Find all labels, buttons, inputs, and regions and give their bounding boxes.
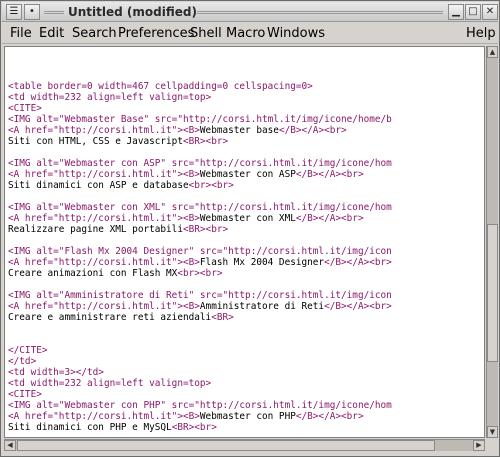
code-tag: <br><br> (177, 268, 223, 279)
code-tag: <table border=0 width=467 cellpadding=0 … (8, 81, 313, 92)
code-line: <IMG alt="Flash Mx 2004 Designer" src="h… (8, 246, 392, 257)
code-line: <td width=3></td> (8, 367, 104, 378)
code-text: Creare e amministrare reti aziendali (8, 312, 212, 323)
window-title: Untitled (modified) (68, 5, 197, 19)
close-icon[interactable]: ✕ (482, 4, 498, 20)
code-line: <IMG alt="Amministratore di Reti" src="h… (8, 290, 392, 301)
menu-edit[interactable]: Edit (39, 26, 64, 41)
menu-file[interactable]: File (10, 26, 32, 41)
code-tag: <td width=232 align=left valign=top> (8, 92, 212, 103)
code-text: Amministratore di Reti (199, 301, 325, 312)
code-text: Webmaster con ASP (199, 169, 296, 180)
code-tag: <td width=3></td> (8, 367, 104, 378)
menu-shell[interactable]: Shell (190, 26, 222, 41)
code-text: Siti dinamici con ASP e database (8, 180, 189, 191)
scroll-down-arrow-icon[interactable]: ▼ (487, 426, 498, 438)
code-tag: <IMG alt="Amministratore di Reti" src="h… (8, 290, 392, 301)
code-line: </CITE> (8, 345, 48, 356)
code-line: Creare e amministrare reti aziendali<BR> (8, 312, 234, 323)
code-line: <A href="http://corsi.html.it"><B>Webmas… (8, 169, 364, 180)
scroll-up-arrow-icon[interactable]: ▲ (487, 46, 498, 58)
code-line: Siti con HTML, CSS e Javascript<BR><br> (8, 136, 228, 147)
menu-search[interactable]: Search (72, 26, 117, 41)
code-tag: <IMG alt="Flash Mx 2004 Designer" src="h… (8, 246, 392, 257)
code-text: Webmaster base (199, 125, 279, 136)
text-editor-area[interactable]: <table border=0 width=467 cellpadding=0 … (4, 46, 485, 438)
horizontal-scroll-thumb[interactable] (17, 440, 435, 451)
code-tag: <BR><br> (182, 136, 229, 147)
code-tag: <IMG alt="Webmaster Base" src="http://co… (8, 114, 392, 125)
code-tag: <IMG alt="Webmaster con XML" src="http:/… (8, 202, 392, 213)
code-line: <A href="http://corsi.html.it"><B>Ammini… (8, 301, 392, 312)
code-tag: <td width=232 align=left valign=top> (8, 378, 212, 389)
menu-windows[interactable]: Windows (267, 26, 325, 41)
code-line: <IMG alt="Webmaster con ASP" src="http:/… (8, 158, 392, 169)
code-text: Realizzare pagine XML portabili (8, 224, 183, 235)
code-tag: </td> (8, 356, 37, 367)
code-tag: <IMG alt="Webmaster con ASP" src="http:/… (8, 158, 392, 169)
code-tag: <br><br> (188, 180, 234, 191)
editor-window: ☰ • Untitled (modified) ▁ □ ✕ File Edit … (0, 0, 500, 457)
title-ridge-right (197, 11, 443, 14)
code-tag: </B></A><br> (295, 169, 364, 180)
code-line: Realizzare pagine XML portabili<BR><br> (8, 224, 228, 235)
code-tag: <A href="http://corsi.html.it"><B> (8, 301, 200, 312)
vertical-scroll-thumb[interactable] (487, 224, 498, 362)
code-line: <A href="http://corsi.html.it"><B>Webmas… (8, 125, 347, 136)
scrollbar-corner (486, 439, 498, 451)
menu-preferences[interactable]: Preferences (118, 26, 194, 41)
code-tag: <A href="http://corsi.html.it"><B> (8, 411, 200, 422)
code-line: </td> (8, 356, 36, 367)
code-tag: </CITE> (8, 345, 48, 356)
code-line: Siti dinamici con ASP e database<br><br> (8, 180, 234, 191)
scroll-left-arrow-icon[interactable]: ◀ (4, 440, 16, 451)
vertical-scrollbar[interactable]: ▲ ▼ (486, 46, 498, 438)
code-tag: <IMG alt="Webmaster con PHP" src="http:/… (8, 400, 392, 411)
code-tag: <A href="http://corsi.html.it"><B> (8, 169, 200, 180)
code-line: <td width=232 align=left valign=top> (8, 378, 211, 389)
code-tag: </B></A><br> (324, 257, 392, 268)
code-tag: <BR> (211, 312, 234, 323)
code-line: Creare animazioni con Flash MX<br><br> (8, 268, 222, 279)
title-bar[interactable]: ☰ • Untitled (modified) ▁ □ ✕ (2, 2, 498, 22)
window-menu-icon[interactable]: ☰ (6, 4, 22, 20)
code-line: <A href="http://corsi.html.it"><B>Webmas… (8, 411, 364, 422)
scroll-right-arrow-icon[interactable]: ▶ (473, 440, 485, 451)
code-tag: <BR><br> (171, 422, 217, 433)
code-tag: <A href="http://corsi.html.it"><B> (8, 257, 200, 268)
code-tag: </B></A><br> (295, 213, 364, 224)
minimize-icon[interactable]: ▁ (448, 4, 464, 20)
code-tag: <A href="http://corsi.html.it"><B> (8, 213, 200, 224)
code-tag: <A href="http://corsi.html.it"><B> (8, 125, 200, 136)
code-line: <td width=232 align=left valign=top> (8, 92, 211, 103)
menu-bar: File Edit Search Preferences Shell Macro… (2, 23, 498, 44)
pin-icon[interactable]: • (24, 4, 40, 20)
code-text: Webmaster con PHP (199, 411, 296, 422)
maximize-icon[interactable]: □ (465, 4, 481, 20)
code-line: Siti dinamici con PHP e MySQL<BR><br> (8, 422, 217, 433)
code-text: Webmaster con XML (199, 213, 296, 224)
code-line: <IMG alt="Webmaster Base" src="http://co… (8, 114, 392, 125)
code-line: <A href="http://corsi.html.it"><B>Flash … (8, 257, 392, 268)
code-line: <IMG alt="Webmaster con XML" src="http:/… (8, 202, 392, 213)
code-line: <CITE> (8, 103, 42, 114)
code-text: Creare animazioni con Flash MX (8, 268, 178, 279)
horizontal-scrollbar[interactable]: ◀ ▶ (4, 439, 485, 451)
menu-macro[interactable]: Macro (226, 26, 265, 41)
title-ridge-left (44, 11, 64, 14)
code-line: <IMG alt="Webmaster con PHP" src="http:/… (8, 400, 392, 411)
code-tag: </B></A><br> (278, 125, 347, 136)
code-line: <CITE> (8, 389, 42, 400)
code-text: Flash Mx 2004 Designer (199, 257, 325, 268)
code-tag: </B></A><br> (324, 301, 392, 312)
code-line: <table border=0 width=467 cellpadding=0 … (8, 81, 313, 92)
code-tag: </B></A><br> (295, 411, 364, 422)
code-line: <A href="http://corsi.html.it"><B>Webmas… (8, 213, 364, 224)
code-tag: <CITE> (8, 389, 42, 400)
code-tag: <BR><br> (182, 224, 229, 235)
code-tag: <CITE> (8, 103, 42, 114)
code-text: Siti dinamici con PHP e MySQL (8, 422, 172, 433)
code-text: Siti con HTML, CSS e Javascript (8, 136, 183, 147)
menu-help[interactable]: Help (466, 26, 496, 41)
